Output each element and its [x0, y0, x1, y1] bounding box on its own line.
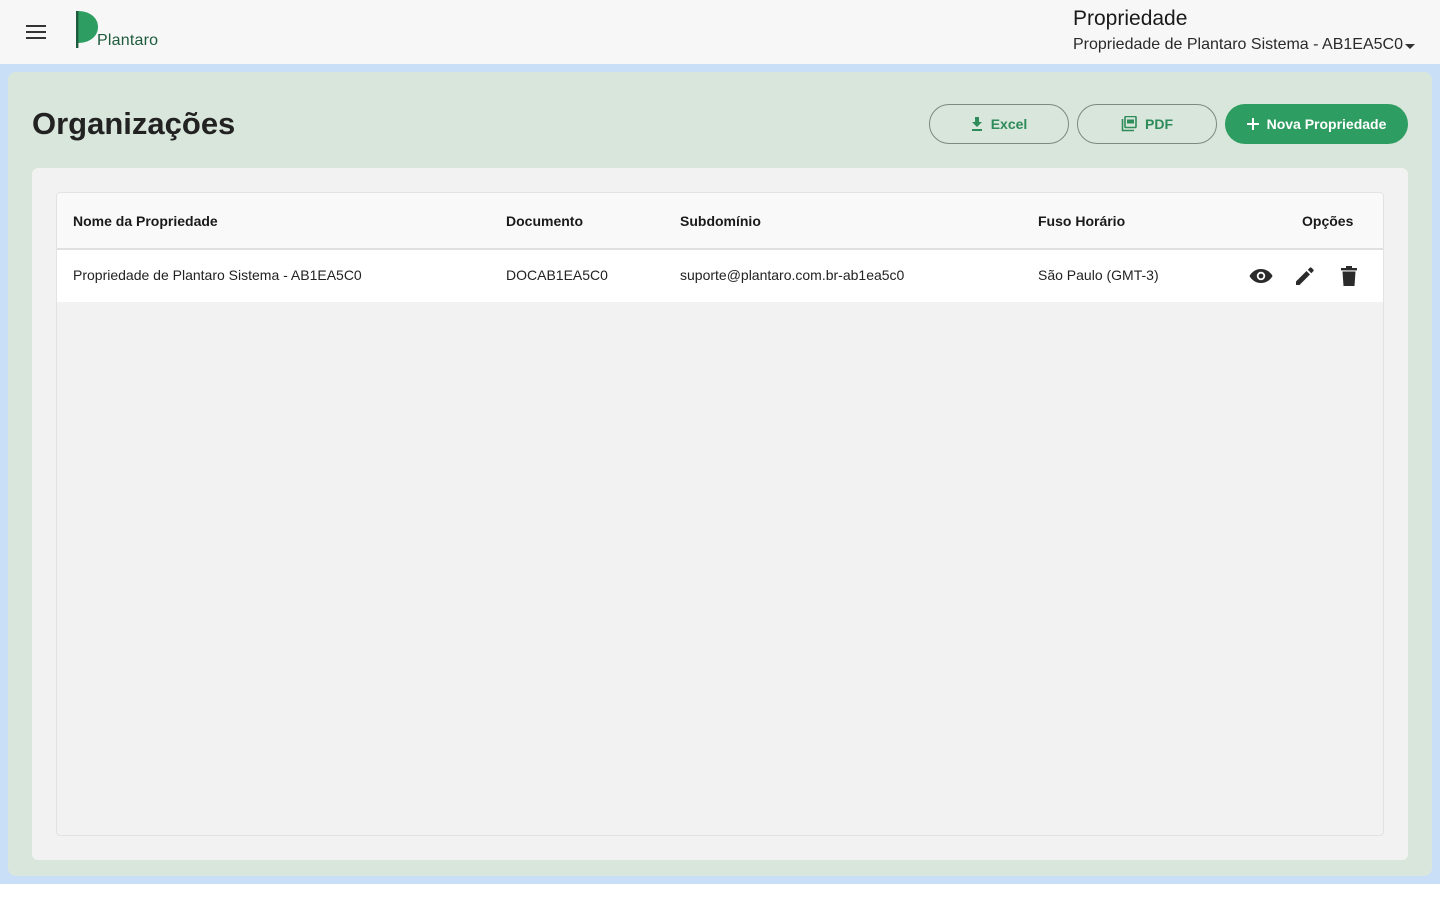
page-title: Organizações	[32, 106, 236, 141]
column-header-name[interactable]: Nome da Propriedade	[73, 213, 218, 229]
menu-icon	[26, 25, 46, 39]
context-label: Propriedade	[1073, 7, 1188, 30]
table-header: Nome da Propriedade Documento Subdomínio…	[57, 193, 1383, 250]
edit-button[interactable]	[1291, 262, 1319, 290]
trash-icon	[1341, 266, 1357, 286]
cell-document: DOCAB1EA5C0	[506, 267, 608, 283]
export-pdf-button[interactable]: PDF	[1077, 104, 1217, 144]
export-excel-button[interactable]: Excel	[929, 104, 1069, 144]
delete-button[interactable]	[1335, 262, 1363, 290]
plantaro-logo[interactable]: Plantaro	[72, 8, 182, 54]
plus-icon	[1246, 118, 1259, 130]
main-panel: Organizações Excel PDF Nova Propriedade	[8, 72, 1432, 876]
top-app-bar: Plantaro Propriedade Propriedade de Plan…	[0, 0, 1440, 64]
pdf-icon	[1121, 116, 1137, 132]
new-property-button[interactable]: Nova Propriedade	[1225, 104, 1408, 144]
export-pdf-label: PDF	[1145, 116, 1173, 132]
cell-property-name: Propriedade de Plantaro Sistema - AB1EA5…	[73, 267, 362, 283]
view-button[interactable]	[1247, 262, 1275, 290]
column-header-timezone[interactable]: Fuso Horário	[1038, 213, 1125, 229]
chevron-down-icon	[1404, 43, 1415, 49]
column-header-document[interactable]: Documento	[506, 213, 583, 229]
cell-subdomain: suporte@plantaro.com.br-ab1ea5c0	[680, 267, 905, 283]
content-area: Organizações Excel PDF Nova Propriedade	[0, 64, 1440, 884]
download-icon	[971, 117, 982, 131]
menu-button[interactable]	[16, 12, 56, 52]
logo-text: Plantaro	[97, 32, 159, 49]
column-header-options: Opções	[1302, 213, 1354, 229]
table-card: Nome da Propriedade Documento Subdomínio…	[32, 168, 1408, 860]
new-property-label: Nova Propriedade	[1266, 116, 1387, 132]
table-row[interactable]: Propriedade de Plantaro Sistema - AB1EA5…	[57, 250, 1383, 302]
property-selector-value: Propriedade de Plantaro Sistema - AB1EA5…	[1073, 36, 1403, 53]
export-excel-label: Excel	[990, 116, 1028, 132]
property-selector[interactable]: Propriedade de Plantaro Sistema - AB1EA5…	[1073, 36, 1415, 54]
pencil-icon	[1296, 267, 1314, 285]
properties-table: Nome da Propriedade Documento Subdomínio…	[56, 192, 1384, 836]
cell-timezone: São Paulo (GMT-3)	[1038, 267, 1159, 283]
eye-icon	[1249, 269, 1273, 283]
column-header-subdomain[interactable]: Subdomínio	[680, 213, 761, 229]
